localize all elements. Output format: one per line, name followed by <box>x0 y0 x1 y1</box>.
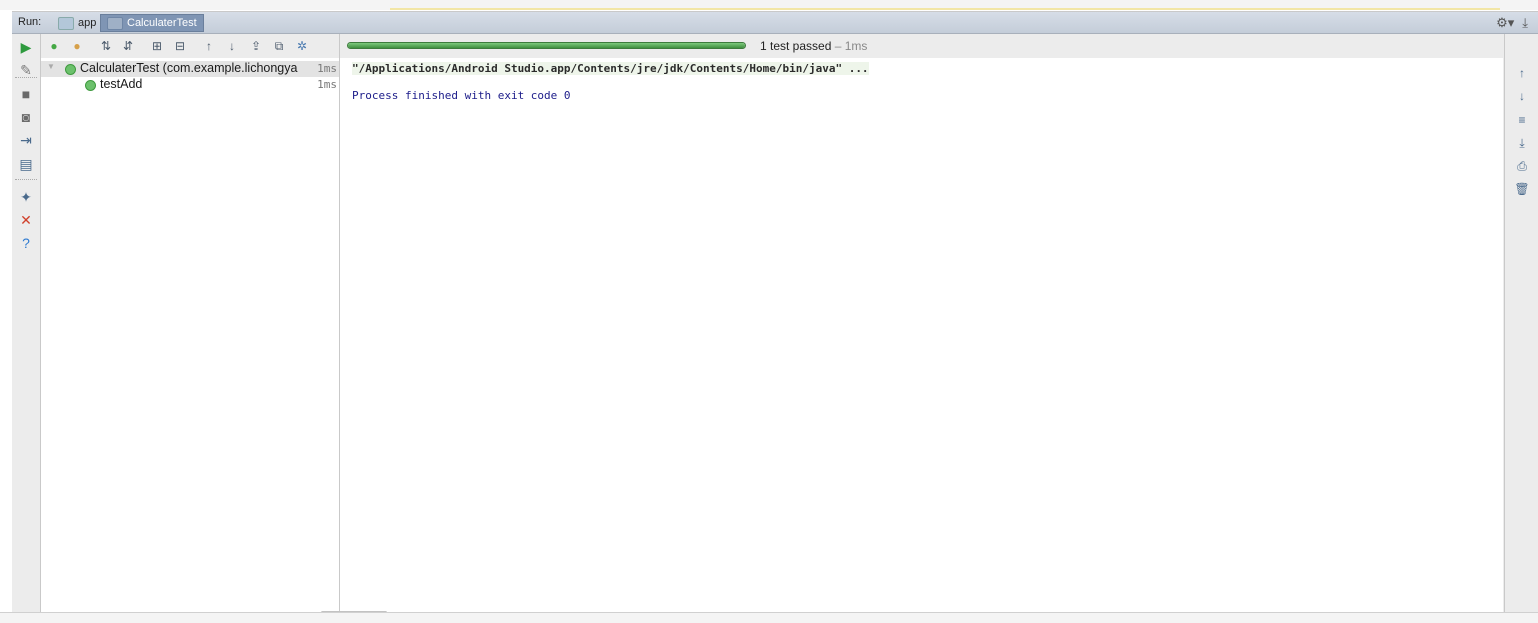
tab-calculatertest[interactable]: CalculaterTest <box>100 14 204 32</box>
scroll-to-end-icon[interactable]: ⤓ <box>1514 135 1530 151</box>
test-tree-panel: ● ● ⇅ ⇵ ⊞ ⊟ ↑ ↓ ⇪ ⧉ ✲ ▼ CalculaterTest (com.exampl… <box>41 34 340 613</box>
run-tool-window: Run: app CalculaterTest ⚙▾ ⤓ ▶ ✎ ■ ◙ ⇥ ▤ ✦ ✕? ●… <box>12 11 1538 614</box>
layout-icon[interactable]: ▤ <box>18 156 34 172</box>
test-progress-fill <box>348 43 745 48</box>
test-tree-item[interactable]: testAdd 1ms <box>41 77 339 93</box>
print-icon[interactable]: ⎙ <box>1514 158 1530 174</box>
gear-icon[interactable]: ⚙▾ <box>1496 15 1514 31</box>
tab-app-label: app <box>78 17 97 29</box>
test-method-name: testAdd <box>100 77 143 91</box>
passed-icon <box>85 80 96 91</box>
test-tree-root[interactable]: ▼ CalculaterTest (com.example.lichongya … <box>41 61 339 77</box>
sort-alpha-icon[interactable]: ⇅ <box>98 38 114 54</box>
export-icon[interactable]: ⇪ <box>248 38 264 54</box>
trash-icon[interactable]: 🗑 <box>1514 181 1530 197</box>
sort-duration-icon[interactable]: ⇵ <box>120 38 136 54</box>
expand-all-icon[interactable]: ⊞ <box>149 38 165 54</box>
test-method-time: 1ms <box>317 78 337 91</box>
test-class-time: 1ms <box>317 62 337 75</box>
console-command-line[interactable]: "/Applications/Android Studio.app/Conten… <box>352 62 869 75</box>
console-exit-line[interactable]: Process finished with exit code 0 <box>352 89 571 102</box>
test-status: 1 test passed – 1ms <box>760 39 867 53</box>
stop-icon[interactable]: ■ <box>18 86 34 102</box>
collapse-all-icon[interactable]: ⊟ <box>172 38 188 54</box>
status-separator: – <box>831 39 845 53</box>
test-config-icon <box>107 16 123 30</box>
settings-icon[interactable]: ✲ <box>294 38 310 54</box>
show-ignored-icon[interactable]: ● <box>69 38 85 54</box>
console-panel: 1 test passed – 1ms "/Applications/Andro… <box>340 34 1503 613</box>
show-passed-icon[interactable]: ● <box>46 38 62 54</box>
android-module-icon <box>58 16 74 30</box>
run-left-toolbar: ▶ ✎ ■ ◙ ⇥ ▤ ✦ ✕? <box>12 34 41 613</box>
scroll-up-icon[interactable]: ↑ <box>1514 65 1530 81</box>
window-controls: ⚙▾ ⤓ <box>1496 15 1528 31</box>
test-duration: 1ms <box>844 39 868 53</box>
run-label: Run: <box>18 16 42 28</box>
toolbar-separator <box>15 179 37 180</box>
console-right-toolbar: ↑ ↓ ≡ ⤓ ⎙ 🗑 <box>1504 34 1538 613</box>
login-icon[interactable]: ⇥ <box>18 132 34 148</box>
test-progress-bar <box>347 42 746 49</box>
scroll-down-icon[interactable]: ↓ <box>1514 88 1530 104</box>
editor-highlight <box>390 8 1500 10</box>
next-failed-icon[interactable]: ↓ <box>224 38 240 54</box>
import-icon[interactable]: ⧉ <box>271 38 287 54</box>
help-icon[interactable]: ? <box>18 235 34 251</box>
bottom-strip <box>0 612 1538 623</box>
top-strip <box>0 0 1538 10</box>
rerun-icon[interactable]: ▶ <box>18 39 34 55</box>
tab-app[interactable]: app <box>52 14 102 32</box>
prev-failed-icon[interactable]: ↑ <box>201 38 217 54</box>
passed-icon <box>65 64 76 75</box>
pin-icon[interactable]: ✦ <box>18 189 34 205</box>
camera-icon[interactable]: ◙ <box>18 109 34 125</box>
expand-arrow-icon[interactable]: ▼ <box>47 62 55 71</box>
soft-wrap-icon[interactable]: ≡ <box>1514 112 1530 128</box>
tab-calculatertest-label: CalculaterTest <box>127 17 197 29</box>
test-tree-toolbar: ● ● ⇅ ⇵ ⊞ ⊟ ↑ ↓ ⇪ ⧉ ✲ <box>41 34 339 58</box>
hide-icon[interactable]: ⤓ <box>1522 15 1528 31</box>
debug-icon[interactable]: ✎ <box>18 62 34 78</box>
run-title-bar: Run: app CalculaterTest ⚙▾ ⤓ <box>12 12 1538 34</box>
status-bar: 1 test passed – 1ms <box>340 34 1503 58</box>
test-class-name: CalculaterTest (com.example.lichongya <box>80 61 298 75</box>
toolbar-separator <box>15 77 37 78</box>
test-summary: 1 test passed <box>760 39 832 53</box>
close-icon[interactable]: ✕ <box>18 212 34 228</box>
